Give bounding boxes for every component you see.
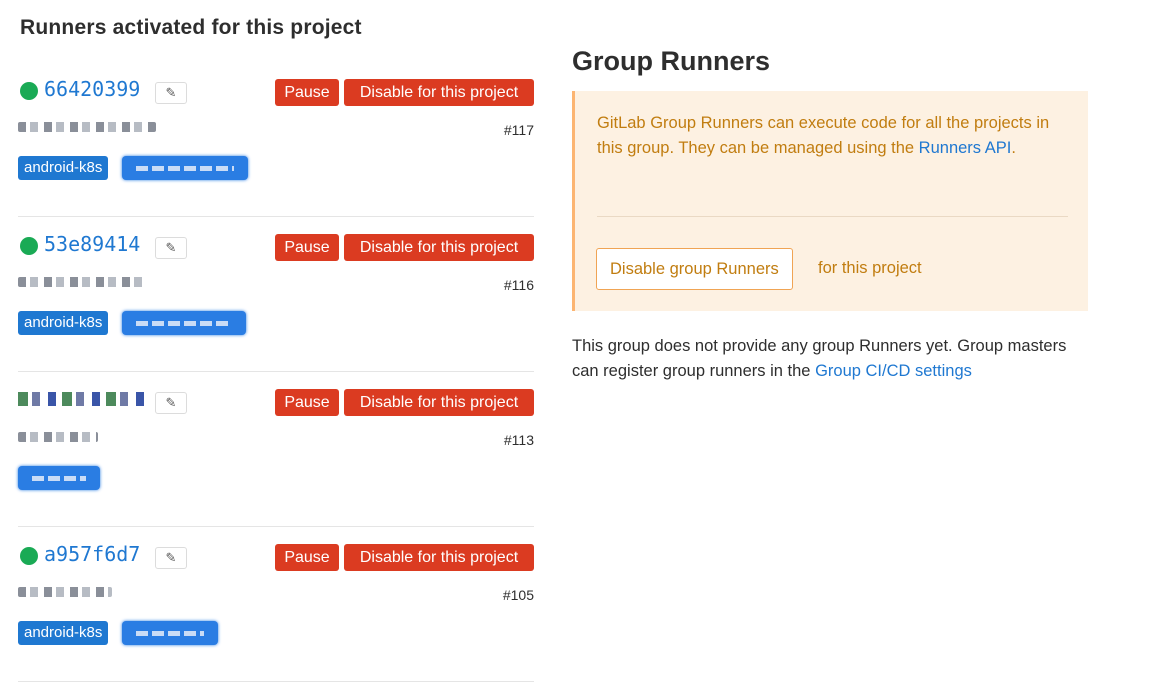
runner-item: ✎ Pause Disable for this project #113 bbox=[18, 372, 534, 527]
status-dot-icon bbox=[20, 237, 38, 255]
group-runners-title: Group Runners bbox=[572, 46, 771, 76]
runner-id: #116 bbox=[503, 277, 534, 293]
pause-button[interactable]: Pause bbox=[275, 389, 339, 416]
runner-tag-redacted bbox=[18, 466, 100, 490]
pause-button[interactable]: Pause bbox=[275, 544, 339, 571]
edit-icon: ✎ bbox=[165, 550, 177, 565]
runner-token-link[interactable]: a957f6d7 bbox=[44, 542, 140, 566]
notice-divider bbox=[597, 216, 1068, 217]
pause-button[interactable]: Pause bbox=[275, 79, 339, 106]
runner-tag: android-k8s bbox=[18, 621, 109, 645]
status-dot-icon bbox=[20, 82, 38, 100]
runner-item: 66420399 ✎ Pause Disable for this projec… bbox=[18, 62, 534, 217]
runner-description-redacted bbox=[18, 587, 112, 597]
edit-runner-button[interactable]: ✎ bbox=[155, 237, 187, 259]
runners-section-title: Runners activated for this project bbox=[20, 16, 362, 39]
runner-tag-redacted bbox=[122, 156, 248, 180]
disable-runner-button[interactable]: Disable for this project bbox=[344, 79, 534, 106]
disable-runner-button[interactable]: Disable for this project bbox=[344, 544, 534, 571]
disable-group-runners-button[interactable]: Disable group Runners bbox=[596, 248, 793, 290]
runner-description-redacted bbox=[18, 432, 98, 442]
edit-icon: ✎ bbox=[165, 240, 177, 255]
runner-token-link[interactable]: 66420399 bbox=[44, 77, 140, 101]
notice-period: . bbox=[1011, 139, 1016, 157]
edit-runner-button[interactable]: ✎ bbox=[155, 82, 187, 104]
runner-id: #105 bbox=[502, 587, 534, 603]
edit-icon: ✎ bbox=[165, 395, 177, 410]
runners-api-link[interactable]: Runners API bbox=[919, 139, 1012, 157]
runner-tag: android-k8s bbox=[18, 311, 109, 335]
runner-tag-redacted bbox=[122, 621, 218, 645]
runner-id: #113 bbox=[503, 432, 534, 448]
runner-token-link[interactable]: 53e89414 bbox=[44, 232, 140, 256]
disable-runner-button[interactable]: Disable for this project bbox=[344, 389, 534, 416]
disable-runner-button[interactable]: Disable for this project bbox=[344, 234, 534, 261]
runner-description-redacted bbox=[18, 277, 144, 287]
runner-item: a957f6d7 ✎ Pause Disable for this projec… bbox=[18, 527, 534, 682]
group-runners-notice: GitLab Group Runners can execute code fo… bbox=[572, 91, 1088, 311]
status-dot-icon bbox=[20, 547, 38, 565]
group-runners-info: This group does not provide any group Ru… bbox=[572, 334, 1092, 384]
runner-tag: android-k8s bbox=[18, 156, 109, 180]
edit-runner-button[interactable]: ✎ bbox=[155, 392, 187, 414]
runner-item: 53e89414 ✎ Pause Disable for this projec… bbox=[18, 217, 534, 372]
runner-token-redacted bbox=[18, 392, 150, 406]
pause-button[interactable]: Pause bbox=[275, 234, 339, 261]
runner-description-redacted bbox=[18, 122, 156, 132]
edit-runner-button[interactable]: ✎ bbox=[155, 547, 187, 569]
notice-text: GitLab Group Runners can execute code fo… bbox=[597, 111, 1057, 161]
runner-id: #117 bbox=[503, 122, 534, 138]
runner-tag-redacted bbox=[122, 311, 246, 335]
group-ci-cd-settings-link[interactable]: Group CI/CD settings bbox=[815, 362, 972, 380]
edit-icon: ✎ bbox=[165, 85, 177, 100]
for-this-project-label: for this project bbox=[818, 259, 922, 277]
